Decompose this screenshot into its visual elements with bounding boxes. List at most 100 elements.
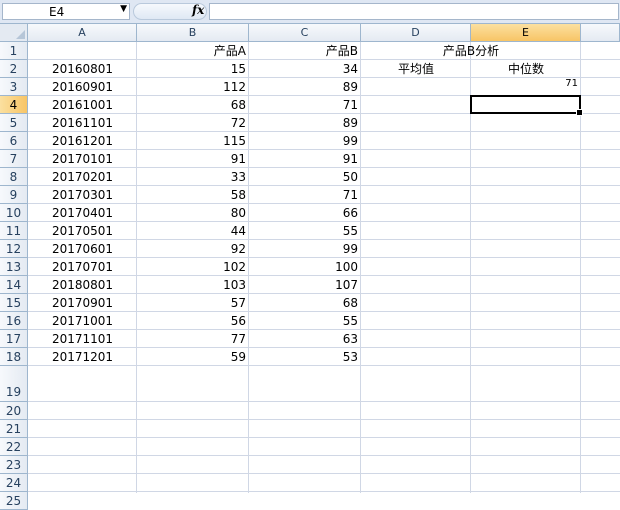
name-box[interactable]: E4 ▼ [2, 3, 130, 20]
column-header-b[interactable]: B [137, 24, 249, 42]
cell-b1[interactable]: 产品A [137, 42, 249, 60]
column-header-c[interactable]: C [249, 24, 361, 42]
row-header-7[interactable]: 7 [0, 150, 28, 168]
gridline-vertical [580, 42, 581, 493]
cell-c13[interactable]: 100 [249, 258, 361, 276]
row-header-13[interactable]: 13 [0, 258, 28, 276]
row-header-21[interactable]: 21 [0, 420, 28, 438]
cell-d1-merged[interactable]: 产品B分析 [361, 42, 581, 60]
cell-c9[interactable]: 71 [249, 186, 361, 204]
cell-a5[interactable]: 20161101 [28, 114, 137, 132]
cell-b14[interactable]: 103 [137, 276, 249, 294]
cell-b17[interactable]: 77 [137, 330, 249, 348]
row-header-14[interactable]: 14 [0, 276, 28, 294]
cell-b11[interactable]: 44 [137, 222, 249, 240]
column-header-e[interactable]: E [471, 24, 581, 42]
cell-a14[interactable]: 20180801 [28, 276, 137, 294]
cell-a8[interactable]: 20170201 [28, 168, 137, 186]
cell-b13[interactable]: 102 [137, 258, 249, 276]
cell-c7[interactable]: 91 [249, 150, 361, 168]
cell-a13[interactable]: 20170701 [28, 258, 137, 276]
row-header-8[interactable]: 8 [0, 168, 28, 186]
column-header-a[interactable]: A [28, 24, 137, 42]
cell-a16[interactable]: 20171001 [28, 312, 137, 330]
row-header-22[interactable]: 22 [0, 438, 28, 456]
cell-c2[interactable]: 34 [249, 60, 361, 78]
cell-a11[interactable]: 20170501 [28, 222, 137, 240]
gridline-horizontal [28, 401, 620, 402]
cell-b4[interactable]: 68 [137, 96, 249, 114]
cell-b6[interactable]: 115 [137, 132, 249, 150]
row-header-18[interactable]: 18 [0, 348, 28, 366]
cell-c15[interactable]: 68 [249, 294, 361, 312]
cell-b18[interactable]: 59 [137, 348, 249, 366]
name-box-value: E4 [49, 5, 65, 19]
cell-c11[interactable]: 55 [249, 222, 361, 240]
cell-a10[interactable]: 20170401 [28, 204, 137, 222]
row-header-9[interactable]: 9 [0, 186, 28, 204]
cell-b10[interactable]: 80 [137, 204, 249, 222]
row-header-10[interactable]: 10 [0, 204, 28, 222]
cell-a9[interactable]: 20170301 [28, 186, 137, 204]
cell-a7[interactable]: 20170101 [28, 150, 137, 168]
cell-b9[interactable]: 58 [137, 186, 249, 204]
dropdown-arrow-icon[interactable]: ▼ [120, 4, 127, 14]
gridline-vertical [470, 42, 471, 493]
cell-a18[interactable]: 20171201 [28, 348, 137, 366]
row-header-24[interactable]: 24 [0, 474, 28, 492]
cell-a2[interactable]: 20160801 [28, 60, 137, 78]
cell-c6[interactable]: 99 [249, 132, 361, 150]
cell-d2[interactable]: 平均值 [361, 60, 471, 78]
cell-e2[interactable]: 中位数 [471, 60, 581, 78]
cell-b2[interactable]: 15 [137, 60, 249, 78]
row-header-20[interactable]: 20 [0, 402, 28, 420]
cell-a6[interactable]: 20161201 [28, 132, 137, 150]
cell-a4[interactable]: 20161001 [28, 96, 137, 114]
row-header-2[interactable]: 2 [0, 60, 28, 78]
row-header-6[interactable]: 6 [0, 132, 28, 150]
insert-function-icon[interactable]: fx [192, 3, 204, 17]
cell-b12[interactable]: 92 [137, 240, 249, 258]
cell-b3[interactable]: 112 [137, 78, 249, 96]
cell-c10[interactable]: 66 [249, 204, 361, 222]
row-header-16[interactable]: 16 [0, 312, 28, 330]
cell-b5[interactable]: 72 [137, 114, 249, 132]
select-all-corner[interactable] [0, 24, 28, 42]
row-header-25[interactable]: 25 [0, 492, 28, 510]
formula-bar: E4 ▼ fx [0, 0, 620, 24]
cell-c18[interactable]: 53 [249, 348, 361, 366]
row-header-12[interactable]: 12 [0, 240, 28, 258]
row-header-15[interactable]: 15 [0, 294, 28, 312]
cell-c4[interactable]: 71 [249, 96, 361, 114]
cell-a3[interactable]: 20160901 [28, 78, 137, 96]
cell-e3[interactable]: 71 [471, 78, 581, 96]
cell-b15[interactable]: 57 [137, 294, 249, 312]
cell-b8[interactable]: 33 [137, 168, 249, 186]
gridline-horizontal [28, 473, 620, 474]
formula-input[interactable] [209, 3, 619, 20]
cell-c1[interactable]: 产品B [249, 42, 361, 60]
cell-a12[interactable]: 20170601 [28, 240, 137, 258]
cell-c8[interactable]: 50 [249, 168, 361, 186]
cell-c17[interactable]: 63 [249, 330, 361, 348]
cell-c16[interactable]: 55 [249, 312, 361, 330]
cell-a15[interactable]: 20170901 [28, 294, 137, 312]
row-header-5[interactable]: 5 [0, 114, 28, 132]
row-header-11[interactable]: 11 [0, 222, 28, 240]
gridline-horizontal [28, 419, 620, 420]
cell-b16[interactable]: 56 [137, 312, 249, 330]
row-header-4[interactable]: 4 [0, 96, 28, 114]
cell-c14[interactable]: 107 [249, 276, 361, 294]
column-header-next[interactable] [581, 24, 620, 42]
row-header-23[interactable]: 23 [0, 456, 28, 474]
row-header-19[interactable]: 19 [0, 366, 28, 402]
row-header-17[interactable]: 17 [0, 330, 28, 348]
cell-c3[interactable]: 89 [249, 78, 361, 96]
cell-a17[interactable]: 20171101 [28, 330, 137, 348]
cell-c5[interactable]: 89 [249, 114, 361, 132]
row-header-1[interactable]: 1 [0, 42, 28, 60]
column-header-d[interactable]: D [361, 24, 471, 42]
cell-c12[interactable]: 99 [249, 240, 361, 258]
row-header-3[interactable]: 3 [0, 78, 28, 96]
cell-b7[interactable]: 91 [137, 150, 249, 168]
